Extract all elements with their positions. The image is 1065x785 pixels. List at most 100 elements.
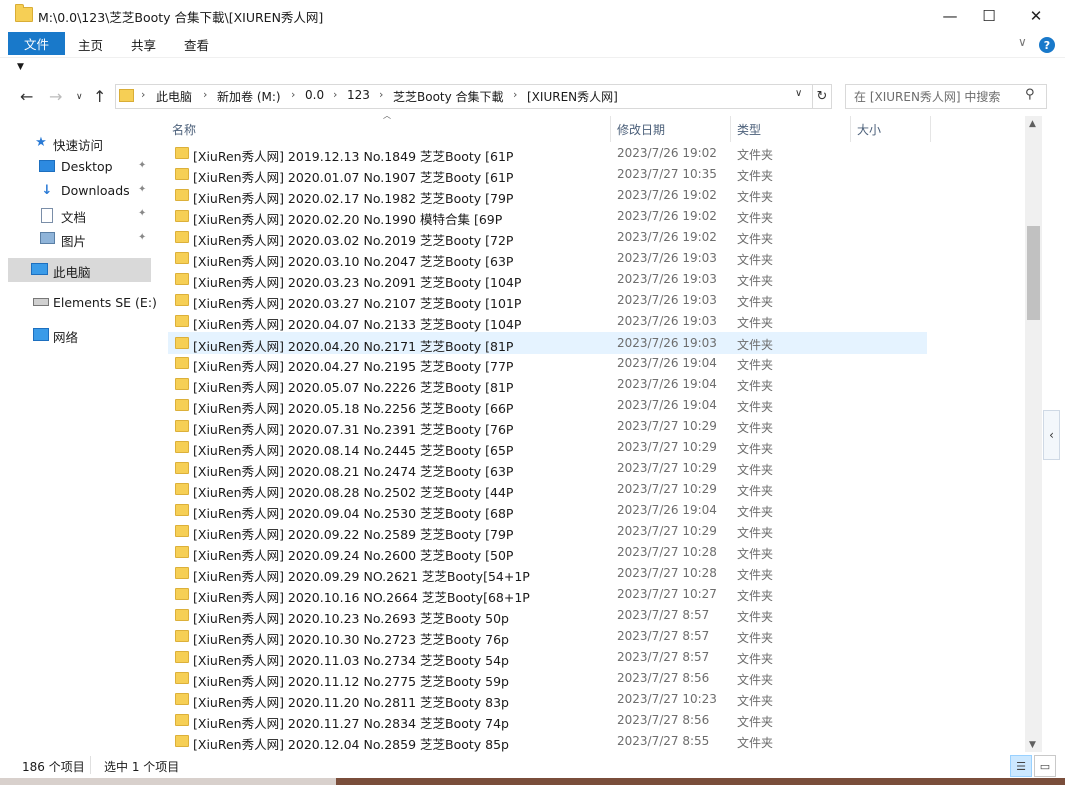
- chevron-right-icon[interactable]: ›: [379, 88, 383, 101]
- desktop-icon: [39, 160, 55, 174]
- sidebar-item-desktop[interactable]: Desktop ✦: [0, 155, 155, 179]
- table-row[interactable]: [XiuRen秀人网] 2020.04.27 No.2195 芝芝Booty […: [168, 353, 927, 374]
- folder-icon: [175, 672, 189, 684]
- table-row[interactable]: [XiuRen秀人网] 2020.03.23 No.2091 芝芝Booty […: [168, 269, 927, 290]
- tab-view[interactable]: 查看: [184, 35, 209, 54]
- file-name: [XiuRen秀人网] 2019.12.13 No.1849 芝芝Booty […: [193, 149, 514, 164]
- file-type: 文件夹: [737, 505, 774, 519]
- sort-ascending-icon: ︿: [383, 111, 391, 120]
- help-icon[interactable]: ?: [1039, 37, 1055, 53]
- pin-icon[interactable]: ✦: [138, 232, 146, 243]
- table-row[interactable]: [XiuRen秀人网] 2020.09.04 No.2530 芝芝Booty […: [168, 500, 927, 521]
- maximize-button[interactable]: ☐: [966, 0, 1012, 31]
- file-name: [XiuRen秀人网] 2020.03.27 No.2107 芝芝Booty […: [193, 296, 522, 311]
- table-row[interactable]: [XiuRen秀人网] 2020.08.21 No.2474 芝芝Booty […: [168, 458, 927, 479]
- sidebar-item-quick-access[interactable]: ★ 快速访问: [0, 131, 155, 155]
- chevron-left-icon[interactable]: ‹: [1043, 410, 1060, 460]
- table-row[interactable]: [XiuRen秀人网] 2020.10.16 NO.2664 芝芝Booty[6…: [168, 584, 927, 605]
- sidebar-item-label: 此电脑: [53, 265, 91, 280]
- scroll-up-icon[interactable]: ▲: [1029, 119, 1036, 129]
- table-row[interactable]: [XiuRen秀人网] 2020.08.28 No.2502 芝芝Booty […: [168, 479, 927, 500]
- table-row[interactable]: [XiuRen秀人网] 2020.11.20 No.2811 芝芝Booty 8…: [168, 689, 927, 710]
- table-row[interactable]: [XiuRen秀人网] 2020.03.10 No.2047 芝芝Booty […: [168, 248, 927, 269]
- chevron-right-icon[interactable]: ›: [513, 88, 517, 101]
- tab-file[interactable]: 文件: [8, 32, 65, 55]
- expand-ribbon-icon[interactable]: ∨: [1018, 35, 1027, 49]
- column-divider[interactable]: [610, 116, 611, 142]
- table-row[interactable]: [XiuRen秀人网] 2019.12.13 No.1849 芝芝Booty […: [168, 143, 927, 164]
- chevron-right-icon[interactable]: ›: [291, 88, 295, 101]
- pin-icon[interactable]: ✦: [138, 184, 146, 195]
- vertical-scrollbar[interactable]: [1025, 116, 1042, 752]
- search-icon[interactable]: ⚲: [1025, 87, 1035, 102]
- breadcrumb-drive[interactable]: 新加卷 (M:): [217, 88, 281, 105]
- table-row[interactable]: [XiuRen秀人网] 2020.10.23 No.2693 芝芝Booty 5…: [168, 605, 927, 626]
- table-row[interactable]: [XiuRen秀人网] 2020.02.17 No.1982 芝芝Booty […: [168, 185, 927, 206]
- column-divider[interactable]: [730, 116, 731, 142]
- breadcrumb-folder-0[interactable]: 0.0: [305, 88, 324, 102]
- breadcrumb-this-pc[interactable]: 此电脑: [156, 88, 192, 105]
- selection-count: 选中 1 个项目: [104, 760, 180, 774]
- file-date: 2023/7/26 19:04: [617, 356, 717, 370]
- breadcrumb-folder-123[interactable]: 123: [347, 88, 370, 102]
- table-row[interactable]: [XiuRen秀人网] 2020.12.04 No.2859 芝芝Booty 8…: [168, 731, 927, 752]
- pin-icon[interactable]: ✦: [138, 160, 146, 171]
- table-row[interactable]: [XiuRen秀人网] 2020.04.20 No.2171 芝芝Booty […: [168, 332, 927, 354]
- table-row[interactable]: [XiuRen秀人网] 2020.02.20 No.1990 模特合集 [69P…: [168, 206, 927, 227]
- close-button[interactable]: ✕: [1013, 0, 1059, 31]
- file-type: 文件夹: [737, 316, 774, 330]
- folder-icon: [175, 420, 189, 432]
- table-row[interactable]: [XiuRen秀人网] 2020.11.03 No.2734 芝芝Booty 5…: [168, 647, 927, 668]
- back-arrow-icon[interactable]: ←: [20, 87, 33, 106]
- large-icons-view-icon[interactable]: ▭: [1034, 755, 1056, 777]
- breadcrumb-folder-collection[interactable]: 芝芝Booty 合集下載: [393, 88, 504, 105]
- file-date: 2023/7/26 19:03: [617, 251, 717, 265]
- file-name: [XiuRen秀人网] 2020.01.07 No.1907 芝芝Booty […: [193, 170, 514, 185]
- scroll-down-icon[interactable]: ▼: [1029, 740, 1036, 750]
- table-row[interactable]: [XiuRen秀人网] 2020.01.07 No.1907 芝芝Booty […: [168, 164, 927, 185]
- table-row[interactable]: [XiuRen秀人网] 2020.08.14 No.2445 芝芝Booty […: [168, 437, 927, 458]
- details-view-icon[interactable]: ☰: [1010, 755, 1032, 777]
- table-row[interactable]: [XiuRen秀人网] 2020.03.27 No.2107 芝芝Booty […: [168, 290, 927, 311]
- table-row[interactable]: [XiuRen秀人网] 2020.07.31 No.2391 芝芝Booty […: [168, 416, 927, 437]
- table-row[interactable]: [XiuRen秀人网] 2020.05.07 No.2226 芝芝Booty […: [168, 374, 927, 395]
- tab-home[interactable]: 主页: [78, 35, 103, 54]
- table-row[interactable]: [XiuRen秀人网] 2020.04.07 No.2133 芝芝Booty […: [168, 311, 927, 332]
- table-row[interactable]: [XiuRen秀人网] 2020.10.30 No.2723 芝芝Booty 7…: [168, 626, 927, 647]
- sidebar-item-pictures[interactable]: 图片 ✦: [0, 227, 155, 251]
- chevron-right-icon[interactable]: ›: [203, 88, 207, 101]
- table-row[interactable]: [XiuRen秀人网] 2020.03.02 No.2019 芝芝Booty […: [168, 227, 927, 248]
- table-row[interactable]: [XiuRen秀人网] 2020.09.29 NO.2621 芝芝Booty[5…: [168, 563, 927, 584]
- column-divider[interactable]: [930, 116, 931, 142]
- sidebar-item-this-pc[interactable]: 此电脑: [8, 258, 151, 282]
- column-divider[interactable]: [850, 116, 851, 142]
- table-row[interactable]: [XiuRen秀人网] 2020.05.18 No.2256 芝芝Booty […: [168, 395, 927, 416]
- table-row[interactable]: [XiuRen秀人网] 2020.11.27 No.2834 芝芝Booty 7…: [168, 710, 927, 731]
- folder-icon: [175, 210, 189, 222]
- table-row[interactable]: [XiuRen秀人网] 2020.09.22 No.2589 芝芝Booty […: [168, 521, 927, 542]
- chevron-down-icon[interactable]: ∨: [795, 88, 802, 99]
- refresh-icon[interactable]: ↻: [813, 84, 832, 109]
- pin-icon[interactable]: ✦: [138, 208, 146, 219]
- scrollbar-thumb[interactable]: [1027, 226, 1040, 320]
- sidebar-item-documents[interactable]: 文档 ✦: [0, 203, 155, 227]
- folder-icon: [175, 651, 189, 663]
- sidebar-item-network[interactable]: 网络: [0, 323, 155, 347]
- chevron-right-icon[interactable]: ›: [333, 88, 337, 101]
- file-date: 2023/7/27 8:55: [617, 734, 710, 748]
- forward-arrow-icon[interactable]: →: [49, 87, 62, 106]
- file-date: 2023/7/26 19:04: [617, 398, 717, 412]
- table-row[interactable]: [XiuRen秀人网] 2020.09.24 No.2600 芝芝Booty […: [168, 542, 927, 563]
- tab-share[interactable]: 共享: [131, 35, 156, 54]
- sidebar-item-elements-drive[interactable]: Elements SE (E:): [0, 291, 157, 315]
- table-row[interactable]: [XiuRen秀人网] 2020.11.12 No.2775 芝芝Booty 5…: [168, 668, 927, 689]
- sidebar-item-downloads[interactable]: ↓ Downloads ✦: [0, 179, 155, 203]
- customize-toolbar-icon[interactable]: ▼: [17, 62, 24, 72]
- breadcrumb-current[interactable]: [XIUREN秀人网]: [527, 88, 618, 105]
- recent-locations-icon[interactable]: ∨: [76, 92, 83, 102]
- chevron-right-icon[interactable]: ›: [141, 88, 145, 101]
- folder-icon: [175, 588, 189, 600]
- file-name: [XiuRen秀人网] 2020.04.07 No.2133 芝芝Booty […: [193, 317, 522, 332]
- sidebar-item-label: 图片: [61, 234, 87, 249]
- up-arrow-icon[interactable]: ↑: [93, 87, 106, 106]
